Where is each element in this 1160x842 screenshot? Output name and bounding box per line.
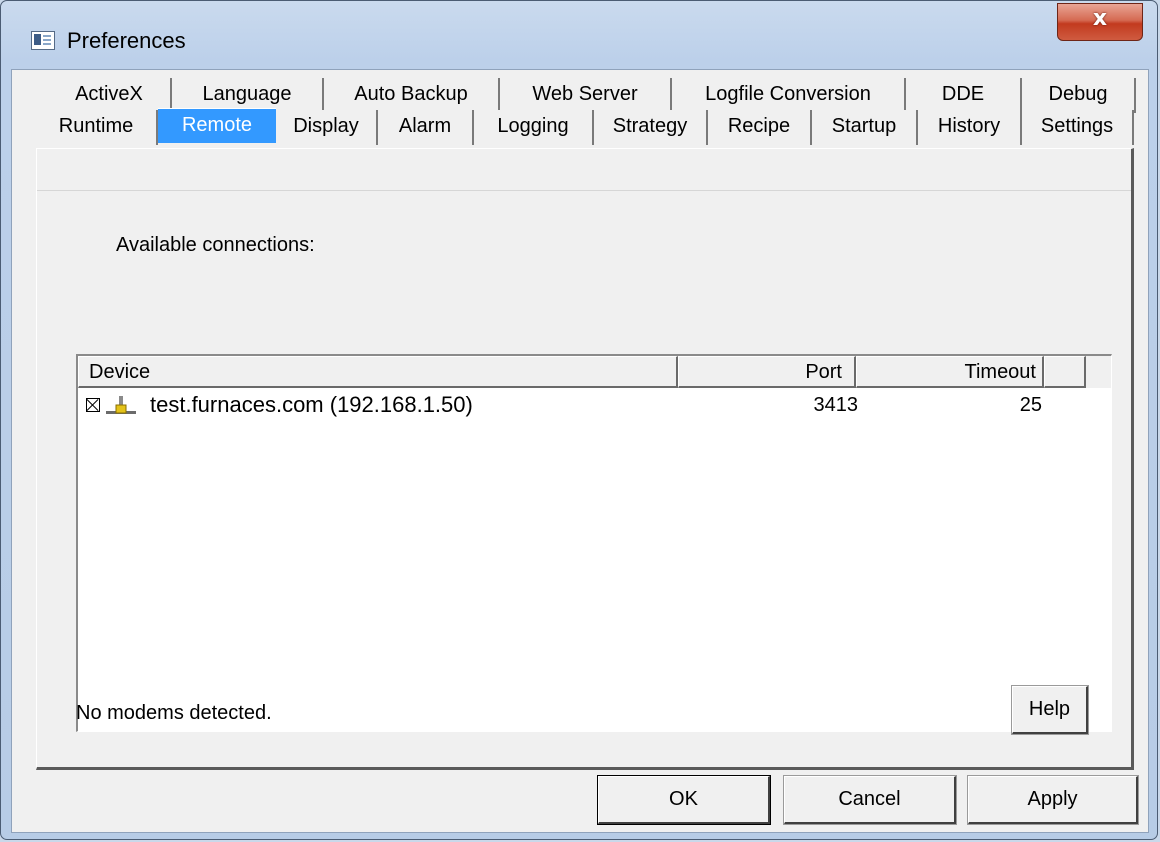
column-header-port[interactable]: Port <box>678 356 856 388</box>
close-icon: x <box>1092 6 1108 31</box>
tab-strategy[interactable]: Strategy <box>594 110 708 145</box>
tab-history[interactable]: History <box>918 110 1022 145</box>
tab-auto-backup[interactable]: Auto Backup <box>324 78 500 113</box>
tab-debug[interactable]: Debug <box>1022 78 1136 113</box>
connection-timeout: 25 <box>1019 394 1042 416</box>
cancel-button[interactable]: Cancel <box>783 775 957 825</box>
column-header-device[interactable]: Device <box>78 356 678 388</box>
tab-settings[interactable]: Settings <box>1022 110 1134 145</box>
column-header-filler <box>1044 356 1086 388</box>
connections-list[interactable]: Device Port Timeout test.furnaces.com (1… <box>76 354 1112 732</box>
tab-dde[interactable]: DDE <box>906 78 1022 113</box>
tab-alarm[interactable]: Alarm <box>378 110 474 145</box>
panel-header-strip <box>37 149 1131 191</box>
window-title: Preferences <box>67 28 186 53</box>
tab-startup[interactable]: Startup <box>812 110 918 145</box>
tab-logfile-conversion[interactable]: Logfile Conversion <box>672 78 906 113</box>
modem-status-text: No modems detected. <box>76 702 272 724</box>
tab-remote[interactable]: Remote <box>158 108 276 143</box>
help-button[interactable]: Help <box>1011 685 1089 735</box>
tab-runtime[interactable]: Runtime <box>36 110 158 145</box>
tab-logging[interactable]: Logging <box>474 110 594 145</box>
tab-recipe[interactable]: Recipe <box>708 110 812 145</box>
list-header: Device Port Timeout <box>78 356 1111 388</box>
column-header-timeout[interactable]: Timeout <box>856 356 1044 388</box>
preferences-window: Preferences x ActiveX Language Auto Back… <box>0 0 1158 840</box>
tab-display[interactable]: Display <box>276 110 378 145</box>
tab-web-server[interactable]: Web Server <box>500 78 672 113</box>
close-button[interactable]: x <box>1057 3 1143 41</box>
dialog-client: ActiveX Language Auto Backup Web Server … <box>11 69 1149 833</box>
title-bar[interactable]: Preferences x <box>1 1 1157 69</box>
ok-button[interactable]: OK <box>597 775 771 825</box>
list-item[interactable]: test.furnaces.com (192.168.1.50) 3413 25 <box>78 392 1111 424</box>
tab-activex[interactable]: ActiveX <box>48 78 172 113</box>
app-icon <box>31 31 55 50</box>
apply-button[interactable]: Apply <box>967 775 1139 825</box>
available-connections-label: Available connections: <box>116 234 315 256</box>
